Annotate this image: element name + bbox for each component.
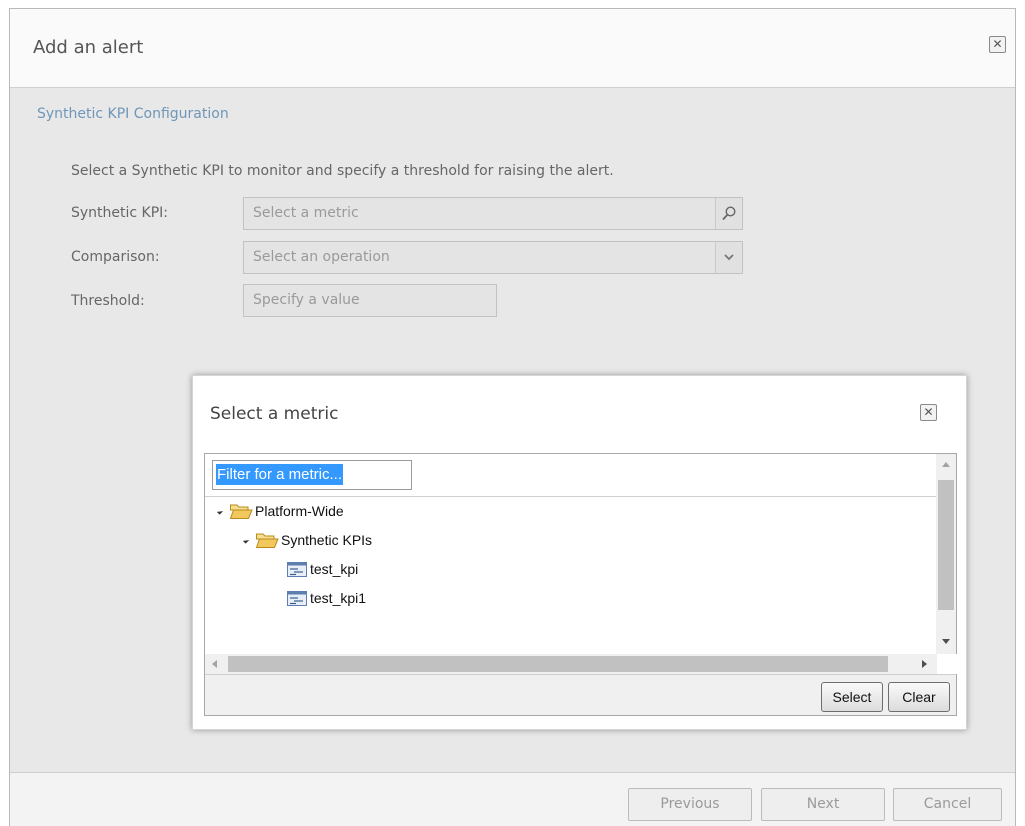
next-button[interactable]: Next	[761, 788, 885, 821]
tree-label-platform-wide: Platform-Wide	[255, 503, 344, 519]
tree-label-test-kpi1: test_kpi1	[310, 590, 367, 606]
scroll-corner	[937, 654, 957, 674]
search-icon	[722, 206, 736, 221]
horizontal-scroll-thumb[interactable]	[228, 656, 888, 672]
metric-icon	[287, 562, 307, 577]
close-x-icon[interactable]: ✕	[920, 404, 937, 421]
threshold-placeholder: Specify a value	[253, 292, 360, 308]
filter-selected-text: Filter for a metric...	[216, 464, 344, 485]
horizontal-scrollbar[interactable]	[205, 654, 937, 674]
tree-panel-footer: Select Clear	[205, 674, 956, 715]
vertical-scroll-thumb[interactable]	[938, 480, 954, 610]
chevron-down-icon	[724, 254, 734, 261]
instruction-text: Select a Synthetic KPI to monitor and sp…	[71, 163, 614, 179]
comparison-dropdown-button[interactable]	[715, 242, 742, 273]
modal-title: Select a metric	[210, 404, 339, 424]
comparison-label: Comparison:	[71, 249, 160, 265]
synthetic-kpi-label: Synthetic KPI:	[71, 205, 169, 221]
dialog-footer: Previous Next Cancel	[10, 773, 1015, 826]
synthetic-kpi-placeholder: Select a metric	[253, 205, 359, 221]
synthetic-kpi-field[interactable]: Select a metric	[243, 197, 743, 230]
close-x-icon[interactable]: ✕	[989, 36, 1006, 53]
section-title: Synthetic KPI Configuration	[37, 106, 229, 122]
cancel-button[interactable]: Cancel	[893, 788, 1002, 821]
clear-button[interactable]: Clear	[888, 682, 950, 712]
tree-node-platform-wide[interactable]: Platform-Wide	[216, 500, 344, 522]
tree-label-test-kpi: test_kpi	[310, 561, 359, 577]
tree-item-test-kpi1[interactable]: test_kpi1	[286, 587, 366, 609]
tree-label-synthetic-kpis: Synthetic KPIs	[281, 532, 373, 548]
expanded-arrow-icon[interactable]	[242, 536, 250, 544]
scroll-up-icon[interactable]	[942, 462, 950, 467]
folder-open-icon	[229, 504, 253, 519]
dialog-header: Add an alert ✕	[10, 9, 1015, 88]
previous-button[interactable]: Previous	[628, 788, 752, 821]
folder-open-icon	[255, 533, 279, 548]
comparison-select[interactable]: Select an operation	[243, 241, 743, 274]
comparison-placeholder: Select an operation	[253, 249, 390, 265]
scroll-left-icon[interactable]	[212, 660, 217, 668]
select-button[interactable]: Select	[821, 682, 883, 712]
expanded-arrow-icon[interactable]	[216, 507, 224, 515]
filter-row: Filter for a metric...	[205, 454, 937, 497]
select-metric-modal: Select a metric ✕ Filter for a metric...…	[192, 375, 967, 730]
threshold-input[interactable]: Specify a value	[243, 284, 497, 317]
tree-item-test-kpi[interactable]: test_kpi	[286, 558, 358, 580]
threshold-label: Threshold:	[71, 293, 145, 309]
metric-icon	[287, 591, 307, 606]
tree-node-synthetic-kpis[interactable]: Synthetic KPIs	[242, 529, 373, 551]
metric-tree-panel: Filter for a metric... Platform-Wide Syn…	[204, 453, 957, 716]
search-button[interactable]	[715, 198, 742, 229]
metric-filter-input[interactable]: Filter for a metric...	[212, 460, 412, 490]
vertical-scrollbar[interactable]	[936, 454, 956, 654]
scroll-down-icon[interactable]	[942, 639, 950, 644]
scroll-right-icon[interactable]	[922, 660, 927, 668]
dialog-title: Add an alert	[33, 37, 144, 58]
